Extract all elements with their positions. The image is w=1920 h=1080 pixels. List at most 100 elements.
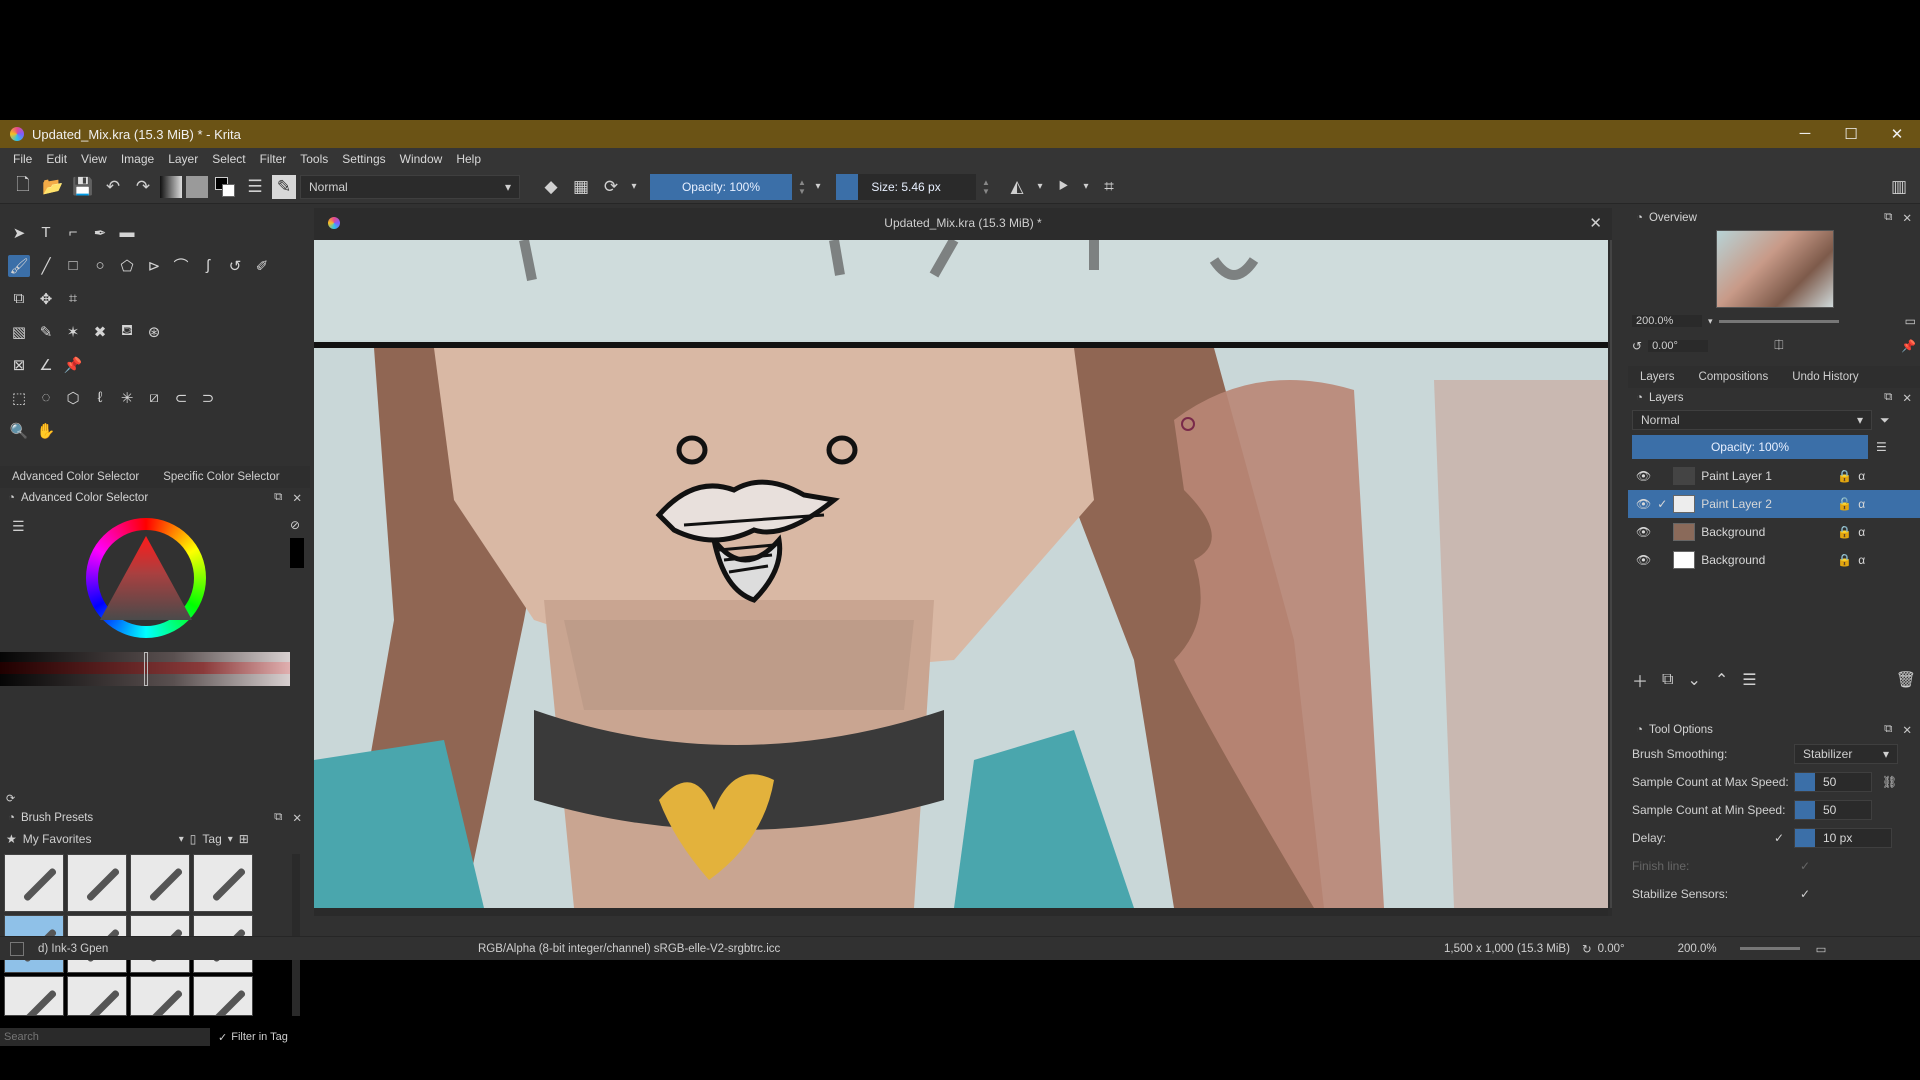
layer-properties-icon[interactable]: ☰ xyxy=(1742,670,1756,690)
brush-preset[interactable] xyxy=(4,976,64,1016)
color-picker-icon[interactable]: ✎ xyxy=(35,321,57,343)
alpha-lock-icon[interactable]: ▦ xyxy=(568,174,594,200)
gradient-icon[interactable] xyxy=(160,175,182,198)
float-docker-icon[interactable]: ⧉ xyxy=(274,811,282,825)
menu-window[interactable]: Window xyxy=(393,152,450,166)
chevron-down-icon[interactable]: ▾ xyxy=(628,174,640,200)
brush-preset[interactable] xyxy=(130,976,190,1016)
link-icon[interactable]: ⛓ xyxy=(1882,775,1897,789)
chevron-down-icon[interactable]: ▾ xyxy=(179,834,184,845)
filter-icon[interactable]: ⏷ xyxy=(1880,413,1890,428)
tag-button[interactable]: Tag xyxy=(202,832,221,846)
layer-blend-select[interactable]: Normal ▾ xyxy=(1632,410,1872,430)
duplicate-layer-icon[interactable]: ⧉ xyxy=(1662,671,1673,689)
close-docker-icon[interactable]: ✕ xyxy=(1902,211,1912,225)
delay-input[interactable]: 10 px xyxy=(1794,828,1892,848)
menu-help[interactable]: Help xyxy=(449,152,488,166)
transform-tool-icon[interactable]: ⧉ xyxy=(8,288,30,310)
crop-tool-icon[interactable]: ⌗ xyxy=(62,288,84,310)
workspace-icon[interactable]: ▥ xyxy=(1886,174,1912,200)
magnetic-select-icon[interactable]: ⊃ xyxy=(197,387,219,409)
zoom-tool-icon[interactable]: 🔍 xyxy=(8,420,30,442)
lock-icon[interactable]: 🔒 xyxy=(1837,469,1852,483)
menu-view[interactable]: View xyxy=(74,152,114,166)
canvas-rotation[interactable]: 0.00° xyxy=(1598,943,1678,955)
fg-bg-color-icon[interactable] xyxy=(212,174,238,200)
lock-icon[interactable]: 🔓 xyxy=(1837,497,1852,511)
brush-smoothing-select[interactable]: Stabilizer ▾ xyxy=(1794,744,1898,764)
document-tab[interactable]: Updated_Mix.kra (15.3 MiB) * ✕ xyxy=(314,208,1612,238)
docker-lock-icon[interactable]: ◔ xyxy=(1636,212,1643,224)
brush-preset[interactable] xyxy=(67,854,127,912)
float-docker-icon[interactable]: ⧉ xyxy=(1884,391,1892,405)
color-history-swatch[interactable] xyxy=(290,538,304,568)
fit-page-icon[interactable]: ▭ xyxy=(1816,942,1827,956)
preset-scrollbar[interactable] xyxy=(292,854,300,1016)
move-layer-up-icon[interactable]: ⌃ xyxy=(1715,670,1728,690)
mirror-view-icon[interactable]: ⎅ xyxy=(1774,338,1784,353)
docker-lock-icon[interactable]: ◔ xyxy=(8,492,15,504)
layer-row-selected[interactable]: 👁 ✓ Paint Layer 2 🔓 α xyxy=(1628,490,1920,518)
close-docker-icon[interactable]: ✕ xyxy=(1902,391,1912,405)
stabilize-sensors-checkbox[interactable]: ✓ xyxy=(1800,887,1810,901)
eye-icon[interactable]: 👁 xyxy=(1636,525,1651,539)
mirror-vertical-icon[interactable]: ⯈ xyxy=(1050,174,1076,200)
tab-compositions[interactable]: Compositions xyxy=(1687,371,1781,383)
colorize-mask-icon[interactable]: ✶ xyxy=(62,321,84,343)
measure-tool-icon[interactable]: ∠ xyxy=(35,354,57,376)
redo-icon[interactable]: ↷ xyxy=(130,174,156,200)
size-spinner[interactable]: ▲ ▼ xyxy=(980,178,992,196)
brush-editor-icon[interactable]: ☰ xyxy=(242,174,268,200)
overview-thumbnail[interactable] xyxy=(1716,230,1834,308)
drawing-canvas[interactable] xyxy=(314,240,1608,908)
new-file-icon[interactable]: 🗋 xyxy=(10,174,36,200)
pin-icon[interactable]: 📌 xyxy=(1901,339,1916,353)
docker-lock-icon[interactable]: ◔ xyxy=(1636,392,1643,404)
menu-image[interactable]: Image xyxy=(114,152,161,166)
chevron-down-icon[interactable]: ▾ xyxy=(812,174,824,200)
brush-preset[interactable] xyxy=(4,854,64,912)
size-slider[interactable]: Size: 5.46 px xyxy=(836,173,976,200)
calligraphy-icon[interactable]: ✒ xyxy=(89,222,111,244)
alpha-icon[interactable]: α xyxy=(1858,525,1865,539)
assistant-tool-icon[interactable]: ⊠ xyxy=(8,354,30,376)
add-layer-icon[interactable]: ＋ xyxy=(1632,668,1648,692)
float-docker-icon[interactable]: ⧉ xyxy=(1884,723,1892,737)
menu-edit[interactable]: Edit xyxy=(39,152,74,166)
chevron-down-icon[interactable]: ▾ xyxy=(1034,174,1046,200)
gradient-tool-icon[interactable]: ▧ xyxy=(8,321,30,343)
rectangle-tool-icon[interactable]: □ xyxy=(62,255,84,277)
checkbox-icon[interactable]: ✓ xyxy=(218,1031,227,1044)
reload-preset-icon[interactable]: ⟳ xyxy=(598,174,624,200)
eye-icon[interactable]: 👁 xyxy=(1636,553,1651,567)
alpha-icon[interactable]: α xyxy=(1858,553,1865,567)
import-preset-icon[interactable]: ⊞ xyxy=(239,832,249,846)
fit-view-icon[interactable]: ▭ xyxy=(1905,314,1916,328)
freehand-brush-icon[interactable]: 🖌 xyxy=(8,254,30,277)
brush-tag-select[interactable]: My Favorites xyxy=(23,832,173,846)
layer-opacity-slider[interactable]: Opacity: 100% xyxy=(1632,435,1868,459)
color-settings-icon[interactable]: ☰ xyxy=(12,518,25,535)
tab-specific-color-selector[interactable]: Specific Color Selector xyxy=(151,471,291,483)
polygon-tool-icon[interactable]: ⬠ xyxy=(116,255,138,277)
rotation-value[interactable]: 0.00° xyxy=(1648,339,1709,352)
text-tool-icon[interactable]: T xyxy=(35,222,57,244)
alpha-icon[interactable]: α xyxy=(1858,469,1865,483)
docker-lock-icon[interactable]: ◔ xyxy=(1636,724,1643,736)
filter-in-tag-label[interactable]: Filter in Tag xyxy=(231,1031,288,1043)
pan-tool-icon[interactable]: ✋ xyxy=(35,420,57,442)
edit-shapes-icon[interactable]: ⌐ xyxy=(62,222,84,244)
save-icon[interactable]: 💾 xyxy=(70,174,96,200)
preset-search-input[interactable] xyxy=(0,1028,210,1046)
layer-menu-icon[interactable]: ☰ xyxy=(1876,440,1887,454)
menu-settings[interactable]: Settings xyxy=(335,152,392,166)
undo-icon[interactable]: ↶ xyxy=(100,174,126,200)
polygon-select-icon[interactable]: ⬡ xyxy=(62,387,84,409)
brush-preset[interactable] xyxy=(67,976,127,1016)
min-speed-input[interactable]: 50 xyxy=(1794,800,1872,820)
vertical-scrollbar[interactable] xyxy=(1610,240,1612,908)
chevron-down-icon[interactable]: ▾ xyxy=(1708,316,1713,327)
dynamic-brush-icon[interactable]: ↺ xyxy=(224,255,246,277)
eraser-icon[interactable]: ◆ xyxy=(538,174,564,200)
delete-layer-icon[interactable]: 🗑 xyxy=(1896,670,1916,690)
